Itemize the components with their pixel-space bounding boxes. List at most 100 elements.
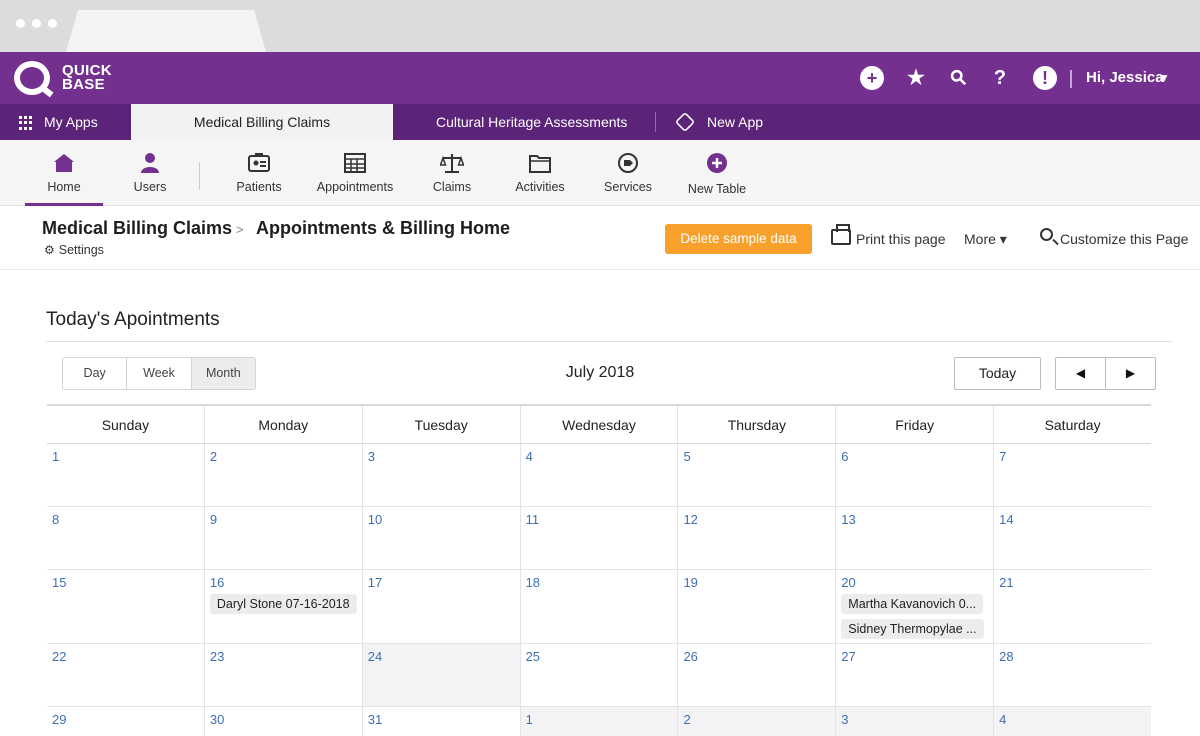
calendar-day-cell[interactable]: 17 xyxy=(361,570,520,643)
calendar-day-cell[interactable]: 21 xyxy=(993,570,1151,643)
calendar-day-cell[interactable]: 2 xyxy=(203,444,362,506)
tab-my-apps[interactable]: My Apps xyxy=(44,104,98,140)
nav-item-appointments[interactable]: Appointments xyxy=(310,140,400,206)
day-number[interactable]: 27 xyxy=(841,649,855,664)
calendar-day-cell[interactable]: 29 xyxy=(47,707,204,736)
calendar-day-cell[interactable]: 12 xyxy=(677,507,835,569)
day-number[interactable]: 3 xyxy=(368,449,375,464)
settings-link[interactable]: ⚙ Settings xyxy=(44,243,104,257)
day-number[interactable]: 9 xyxy=(210,512,217,527)
day-number[interactable]: 17 xyxy=(368,575,382,590)
day-number[interactable]: 16 xyxy=(210,575,224,590)
calendar-day-cell[interactable]: 25 xyxy=(519,644,678,706)
day-number[interactable]: 18 xyxy=(526,575,540,590)
calendar-day-cell[interactable]: 4 xyxy=(519,444,678,506)
calendar-day-cell[interactable]: 1 xyxy=(519,707,678,736)
magnifier-icon[interactable] xyxy=(1040,228,1053,241)
delete-sample-data-button[interactable]: Delete sample data xyxy=(665,224,812,254)
chevron-down-icon[interactable]: ▼ xyxy=(1158,71,1170,85)
nav-item-activities[interactable]: Activities xyxy=(506,140,574,206)
tab-medical-billing-claims[interactable]: Medical Billing Claims xyxy=(131,104,393,140)
day-number[interactable]: 20 xyxy=(841,575,855,590)
calendar-day-cell[interactable]: 13 xyxy=(835,507,993,569)
star-icon[interactable]: ★ xyxy=(904,66,928,90)
day-number[interactable]: 14 xyxy=(999,512,1013,527)
day-number[interactable]: 23 xyxy=(210,649,224,664)
user-greeting[interactable]: Hi, Jessica xyxy=(1086,69,1164,86)
calendar-day-cell[interactable]: 10 xyxy=(361,507,520,569)
calendar-day-cell[interactable]: 5 xyxy=(677,444,835,506)
calendar-day-cell[interactable]: 19 xyxy=(677,570,835,643)
view-week-button[interactable]: Week xyxy=(127,358,192,389)
day-number[interactable]: 24 xyxy=(368,649,382,664)
add-icon[interactable]: + xyxy=(860,66,884,90)
calendar-day-cell[interactable]: 22 xyxy=(47,644,204,706)
calendar-day-cell[interactable]: 24 xyxy=(361,644,520,706)
calendar-day-cell[interactable]: 8 xyxy=(47,507,204,569)
calendar-day-cell[interactable]: 9 xyxy=(203,507,362,569)
day-number[interactable]: 8 xyxy=(52,512,59,527)
nav-item-claims[interactable]: Claims xyxy=(422,140,482,206)
day-number[interactable]: 3 xyxy=(841,712,848,727)
calendar-day-cell[interactable]: 31 xyxy=(361,707,520,736)
browser-tab[interactable] xyxy=(66,10,266,52)
calendar-day-cell[interactable]: 14 xyxy=(993,507,1151,569)
nav-item-new-table[interactable]: New Table xyxy=(682,140,752,206)
day-number[interactable]: 5 xyxy=(683,449,690,464)
tab-cultural-heritage[interactable]: Cultural Heritage Assessments xyxy=(436,104,627,140)
print-page-link[interactable]: Print this page xyxy=(856,231,946,247)
apps-grid-icon[interactable] xyxy=(19,116,33,130)
calendar-day-cell[interactable]: 30 xyxy=(203,707,362,736)
printer-icon[interactable] xyxy=(831,224,851,245)
nav-item-services[interactable]: Services xyxy=(598,140,658,206)
day-number[interactable]: 7 xyxy=(999,449,1006,464)
calendar-day-cell[interactable]: 26 xyxy=(677,644,835,706)
day-number[interactable]: 13 xyxy=(841,512,855,527)
calendar-day-cell[interactable]: 18 xyxy=(519,570,678,643)
calendar-day-cell[interactable]: 4 xyxy=(993,707,1152,736)
day-number[interactable]: 4 xyxy=(999,712,1006,727)
day-number[interactable]: 4 xyxy=(526,449,533,464)
breadcrumb-app[interactable]: Medical Billing Claims xyxy=(42,218,232,239)
calendar-day-cell[interactable]: 3 xyxy=(835,707,994,736)
nav-item-patients[interactable]: Patients xyxy=(226,140,292,206)
day-number[interactable]: 29 xyxy=(52,712,66,727)
calendar-event[interactable]: Martha Kavanovich 0... xyxy=(841,594,984,614)
day-number[interactable]: 30 xyxy=(210,712,224,727)
day-number[interactable]: 28 xyxy=(999,649,1013,664)
next-month-button[interactable]: ▶ xyxy=(1106,358,1155,389)
day-number[interactable]: 2 xyxy=(683,712,690,727)
calendar-day-cell[interactable]: 1 xyxy=(47,444,204,506)
calendar-day-cell[interactable]: 20 Martha Kavanovich 0... Sidney Thermopyl… xyxy=(835,570,993,643)
calendar-event[interactable]: Sidney Thermopylae ... xyxy=(841,619,984,639)
tab-new-app[interactable]: New App xyxy=(707,104,763,140)
more-menu[interactable]: More ▾ xyxy=(964,231,1007,248)
day-number[interactable]: 22 xyxy=(52,649,66,664)
day-number[interactable]: 1 xyxy=(52,449,59,464)
help-icon[interactable]: ? xyxy=(988,66,1012,90)
calendar-day-cell[interactable]: 7 xyxy=(993,444,1151,506)
day-number[interactable]: 6 xyxy=(841,449,848,464)
today-button[interactable]: Today xyxy=(954,357,1041,390)
day-number[interactable]: 1 xyxy=(526,712,533,727)
day-number[interactable]: 15 xyxy=(52,575,66,590)
day-number[interactable]: 2 xyxy=(210,449,217,464)
view-month-button[interactable]: Month xyxy=(191,358,255,389)
day-number[interactable]: 31 xyxy=(368,712,382,727)
calendar-day-cell[interactable]: 27 xyxy=(835,644,993,706)
search-icon[interactable]: ⚲ xyxy=(942,61,976,95)
prev-month-button[interactable]: ◀ xyxy=(1056,358,1106,389)
day-number[interactable]: 11 xyxy=(526,512,540,527)
day-number[interactable]: 19 xyxy=(683,575,697,590)
day-number[interactable]: 21 xyxy=(999,575,1013,590)
calendar-day-cell[interactable]: 15 xyxy=(47,570,204,643)
nav-item-users[interactable]: Users xyxy=(117,140,183,206)
calendar-day-cell[interactable]: 23 xyxy=(203,644,362,706)
calendar-event[interactable]: Daryl Stone 07-16-2018 xyxy=(209,594,357,614)
day-number[interactable]: 25 xyxy=(526,649,540,664)
calendar-day-cell[interactable]: 2 xyxy=(677,707,836,736)
calendar-day-cell[interactable]: 11 xyxy=(519,507,678,569)
calendar-day-cell[interactable]: 3 xyxy=(361,444,520,506)
customize-page-link[interactable]: Customize this Page xyxy=(1060,231,1188,247)
calendar-day-cell[interactable]: 16 Daryl Stone 07-16-2018 xyxy=(203,570,362,643)
